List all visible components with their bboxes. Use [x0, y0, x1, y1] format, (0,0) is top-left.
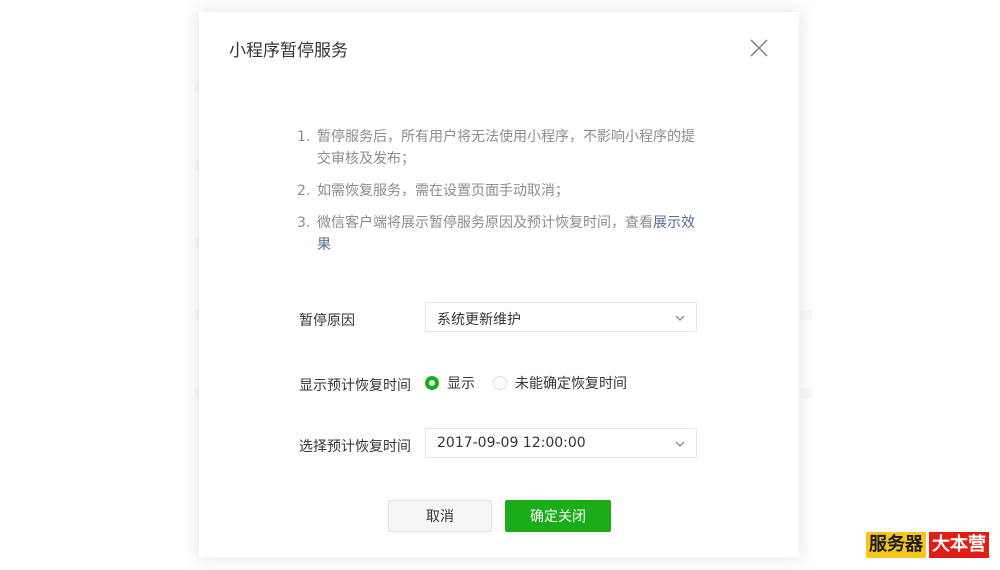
show-time-label: 显示预计恢复时间: [299, 378, 411, 394]
notice-text: 暂停服务后，所有用户将无法使用小程序，不影响小程序的提交审核及发布；: [317, 129, 695, 167]
pause-service-dialog: 小程序暂停服务 1. 暂停服务后，所有用户将无法使用小程序，不影响小程序的提交审…: [199, 12, 799, 557]
radio-checked-icon: [425, 376, 439, 390]
cancel-button[interactable]: 取消: [388, 500, 492, 532]
watermark-part1: 服务器: [866, 532, 926, 558]
notice-number: 2.: [297, 183, 311, 199]
time-select[interactable]: 2017-09-09 12:00:00: [425, 428, 697, 458]
chevron-down-icon: [675, 315, 685, 321]
confirm-close-button[interactable]: 确定关闭: [505, 500, 611, 532]
radio-unchecked-icon: [493, 376, 507, 390]
reason-select-value: 系统更新维护: [437, 312, 521, 328]
radio-show-label: 显示: [447, 376, 475, 392]
reason-label: 暂停原因: [299, 313, 355, 329]
notice-item: 3. 微信客户端将展示暂停服务原因及预计恢复时间，查看展示效果: [297, 212, 697, 256]
notice-number: 3.: [297, 215, 311, 231]
radio-undetermined[interactable]: 未能确定恢复时间: [493, 373, 627, 393]
watermark-part2: 大本营: [929, 532, 989, 558]
show-time-radio-group: 显示 未能确定恢复时间: [425, 373, 645, 393]
time-select-value: 2017-09-09 12:00:00: [437, 435, 586, 451]
notice-list: 1. 暂停服务后，所有用户将无法使用小程序，不影响小程序的提交审核及发布； 2.…: [297, 126, 697, 266]
notice-text: 微信客户端将展示暂停服务原因及预计恢复时间，查看: [317, 215, 653, 231]
time-label: 选择预计恢复时间: [299, 439, 411, 455]
notice-number: 1.: [297, 129, 311, 145]
notice-text: 如需恢复服务，需在设置页面手动取消；: [317, 183, 569, 199]
watermark-logo: 服务器 大本营: [866, 532, 989, 558]
notice-item: 1. 暂停服务后，所有用户将无法使用小程序，不影响小程序的提交审核及发布；: [297, 126, 697, 170]
reason-select[interactable]: 系统更新维护: [425, 302, 697, 332]
notice-text-with-link: 微信客户端将展示暂停服务原因及预计恢复时间，查看展示效果: [317, 212, 697, 256]
radio-undetermined-label: 未能确定恢复时间: [515, 376, 627, 392]
radio-show[interactable]: 显示: [425, 373, 475, 393]
notice-item: 2. 如需恢复服务，需在设置页面手动取消；: [297, 180, 697, 202]
chevron-down-icon: [675, 441, 685, 447]
close-icon[interactable]: [747, 36, 771, 60]
dialog-title: 小程序暂停服务: [229, 41, 348, 61]
